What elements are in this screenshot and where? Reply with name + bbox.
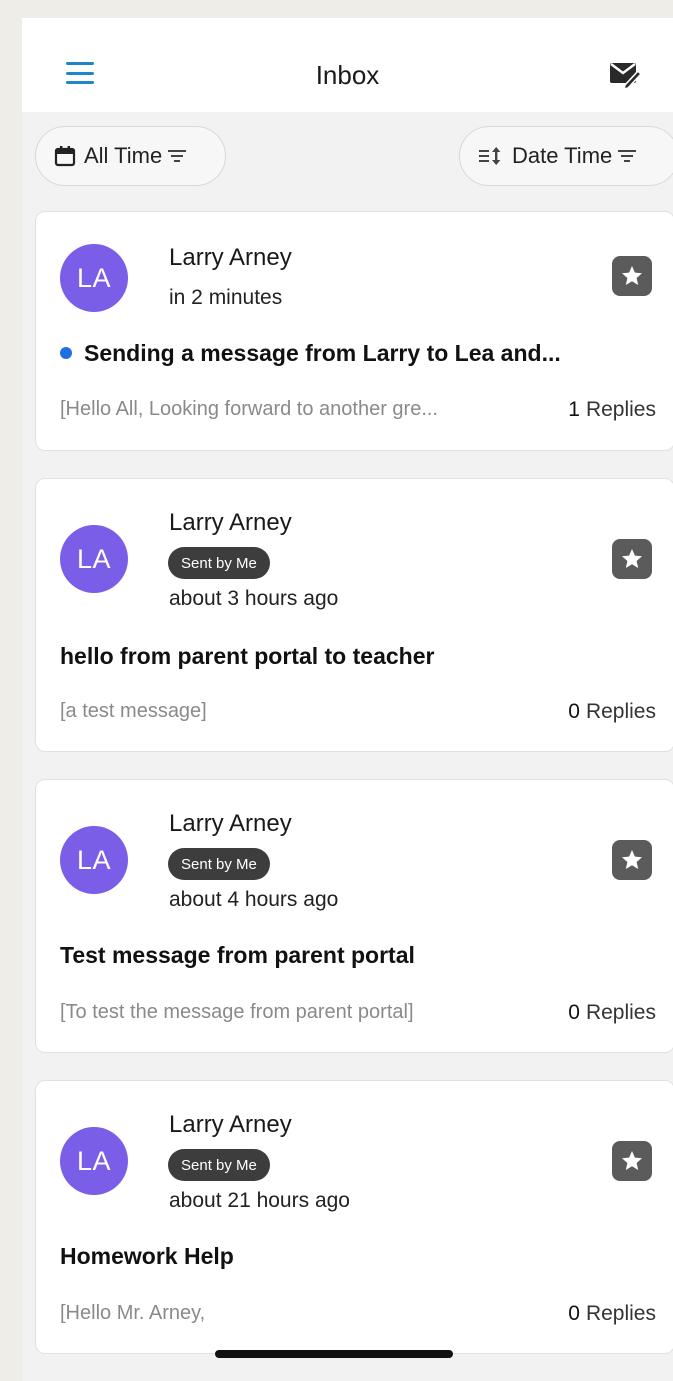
avatar: LA [60, 1127, 128, 1195]
sort-filter-chip[interactable]: Date Time [459, 126, 673, 186]
replies-count: 1 Replies [568, 398, 656, 422]
reply-count-value: 0 [568, 1001, 580, 1024]
avatar: LA [60, 826, 128, 894]
star-icon[interactable] [612, 1141, 652, 1181]
message-time: in 2 minutes [169, 286, 283, 309]
star-icon[interactable] [612, 539, 652, 579]
message-subject: Test message from parent portal [60, 942, 415, 968]
unread-dot-icon [60, 346, 72, 359]
avatar: LA [60, 244, 128, 312]
message-time: about 4 hours ago [169, 888, 339, 911]
sort-filter-label: Date Time [512, 143, 613, 168]
replies-count: 0 Replies [568, 700, 656, 724]
message-preview: [Hello Mr. Arney, [60, 1302, 206, 1324]
avatar: LA [60, 525, 128, 593]
message-time: about 3 hours ago [169, 587, 339, 610]
message-preview: [Hello All, Looking forward to another g… [60, 398, 438, 420]
sent-by-me-badge: Sent by Me [168, 848, 270, 880]
replies-count: 0 Replies [568, 1302, 656, 1326]
replies-count: 0 Replies [568, 1001, 656, 1025]
app-header: Inbox [22, 18, 673, 112]
sender-name: Larry Arney [169, 1111, 292, 1138]
reply-count-value: 0 [568, 700, 580, 723]
replies-label: Replies [585, 1302, 656, 1325]
replies-label: Replies [585, 398, 656, 421]
sender-name: Larry Arney [169, 509, 292, 536]
page-title: Inbox [315, 60, 380, 90]
star-icon[interactable] [612, 840, 652, 880]
sort-icon [479, 147, 501, 165]
filter-icon [168, 150, 187, 162]
sent-by-me-badge: Sent by Me [168, 1149, 270, 1181]
reply-count-value: 1 [568, 398, 580, 421]
reply-count-value: 0 [568, 1302, 580, 1325]
message-card[interactable]: LA Larry Arney Sent by Me about 4 hours … [35, 779, 673, 1053]
compose-icon[interactable] [608, 60, 642, 90]
message-preview: [a test message] [60, 700, 207, 722]
message-subject: hello from parent portal to teacher [60, 643, 435, 669]
time-filter-chip[interactable]: All Time [35, 126, 226, 186]
message-subject: Homework Help [60, 1243, 234, 1269]
message-card[interactable]: LA Larry Arney Sent by Me about 3 hours … [35, 478, 673, 752]
replies-label: Replies [585, 1001, 656, 1024]
message-preview: [To test the message from parent portal] [60, 1001, 414, 1023]
message-card[interactable]: LA Larry Arney in 2 minutes Sending a me… [35, 211, 673, 451]
sender-name: Larry Arney [169, 810, 292, 837]
home-indicator [215, 1350, 453, 1358]
inbox-screen: Inbox All Time Date Time LA Larry Arney … [22, 18, 673, 1381]
message-subject: Sending a message from Larry to Lea and.… [60, 340, 656, 367]
sent-by-me-badge: Sent by Me [168, 547, 270, 579]
time-filter-label: All Time [84, 143, 163, 168]
star-icon[interactable] [612, 256, 652, 296]
subject-text: Sending a message from Larry to Lea and.… [84, 340, 561, 366]
replies-label: Replies [585, 700, 656, 723]
message-card[interactable]: LA Larry Arney Sent by Me about 21 hours… [35, 1080, 673, 1354]
sender-name: Larry Arney [169, 244, 292, 271]
calendar-icon [54, 146, 76, 167]
message-time: about 21 hours ago [169, 1189, 350, 1212]
filter-icon [618, 150, 637, 162]
